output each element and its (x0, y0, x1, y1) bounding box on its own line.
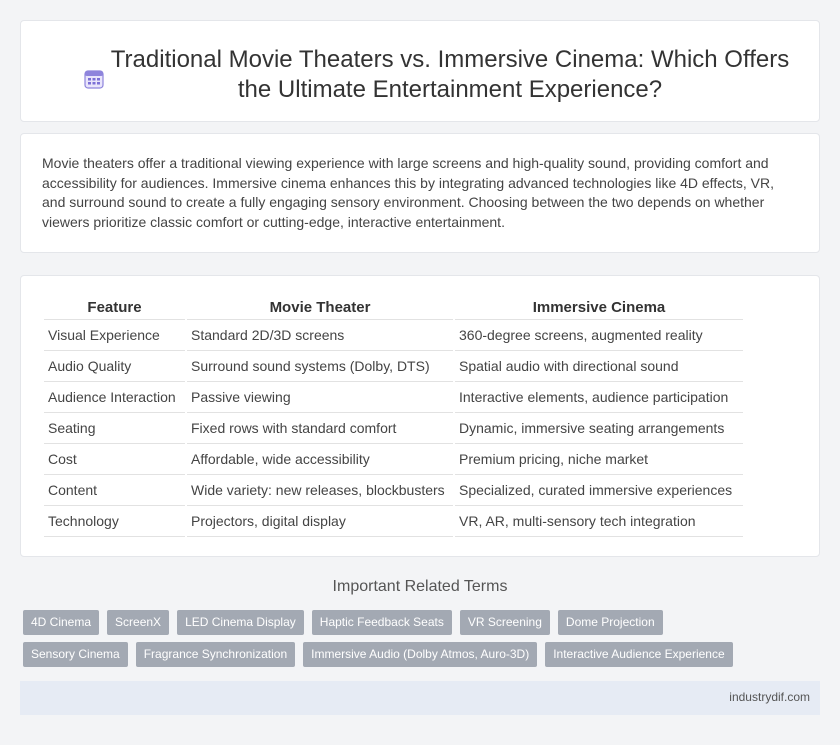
footer: industrydif.com (20, 681, 820, 715)
table-row: Audience Interaction Passive viewing Int… (44, 382, 743, 413)
table-row: Visual Experience Standard 2D/3D screens… (44, 320, 743, 351)
table-row: Content Wide variety: new releases, bloc… (44, 475, 743, 506)
table-cell: Projectors, digital display (187, 506, 453, 537)
column-header: Immersive Cinema (455, 296, 743, 320)
table-cell: Visual Experience (44, 320, 185, 351)
table-row: Audio Quality Surround sound systems (Do… (44, 351, 743, 382)
table-cell: Affordable, wide accessibility (187, 444, 453, 475)
related-term-tag[interactable]: Interactive Audience Experience (545, 642, 733, 667)
intro-paragraph: Movie theaters offer a traditional viewi… (42, 155, 775, 230)
table-cell: Seating (44, 413, 185, 444)
table-cell: Cost (44, 444, 185, 475)
table-cell: Audio Quality (44, 351, 185, 382)
title-card: Traditional Movie Theaters vs. Immersive… (20, 20, 820, 122)
comparison-card: Feature Movie Theater Immersive Cinema V… (20, 275, 820, 557)
table-cell: VR, AR, multi-sensory tech integration (455, 506, 743, 537)
table-cell: Audience Interaction (44, 382, 185, 413)
table-cell: Technology (44, 506, 185, 537)
table-cell: Interactive elements, audience participa… (455, 382, 743, 413)
table-cell: Spatial audio with directional sound (455, 351, 743, 382)
table-cell: Specialized, curated immersive experienc… (455, 475, 743, 506)
page-title: Traditional Movie Theaters vs. Immersive… (110, 46, 790, 103)
table-cell: Standard 2D/3D screens (187, 320, 453, 351)
table-cell: Surround sound systems (Dolby, DTS) (187, 351, 453, 382)
table-cell: Premium pricing, niche market (455, 444, 743, 475)
related-terms-heading: Important Related Terms (332, 578, 508, 595)
related-term-tag[interactable]: VR Screening (459, 610, 550, 635)
table-row: Cost Affordable, wide accessibility Prem… (44, 444, 743, 475)
table-cell: Wide variety: new releases, blockbusters (187, 475, 453, 506)
comparison-table: Feature Movie Theater Immersive Cinema V… (42, 296, 745, 537)
related-term-tag[interactable]: Sensory Cinema (23, 642, 128, 667)
table-header-row: Feature Movie Theater Immersive Cinema (44, 296, 743, 320)
table-cell: 360-degree screens, augmented reality (455, 320, 743, 351)
related-term-tag[interactable]: Haptic Feedback Seats (311, 610, 452, 635)
related-term-tag[interactable]: 4D Cinema (23, 610, 100, 635)
table-row: Technology Projectors, digital display V… (44, 506, 743, 537)
table-cell: Fixed rows with standard comfort (187, 413, 453, 444)
related-terms-list: 4D Cinema ScreenX LED Cinema Display Hap… (23, 610, 783, 674)
related-term-tag[interactable]: Fragrance Synchronization (135, 642, 296, 667)
column-header: Feature (44, 296, 185, 320)
intro-card: Movie theaters offer a traditional viewi… (20, 133, 820, 253)
related-term-tag[interactable]: LED Cinema Display (177, 610, 304, 635)
table-row: Seating Fixed rows with standard comfort… (44, 413, 743, 444)
table-cell: Dynamic, immersive seating arrangements (455, 413, 743, 444)
related-term-tag[interactable]: Dome Projection (557, 610, 663, 635)
page: Traditional Movie Theaters vs. Immersive… (0, 0, 840, 745)
table-cell: Passive viewing (187, 382, 453, 413)
column-header: Movie Theater (187, 296, 453, 320)
related-term-tag[interactable]: ScreenX (107, 610, 170, 635)
table-cell: Content (44, 475, 185, 506)
footer-site-link[interactable]: industrydif.com (729, 690, 810, 704)
related-term-tag[interactable]: Immersive Audio (Dolby Atmos, Auro-3D) (303, 642, 538, 667)
